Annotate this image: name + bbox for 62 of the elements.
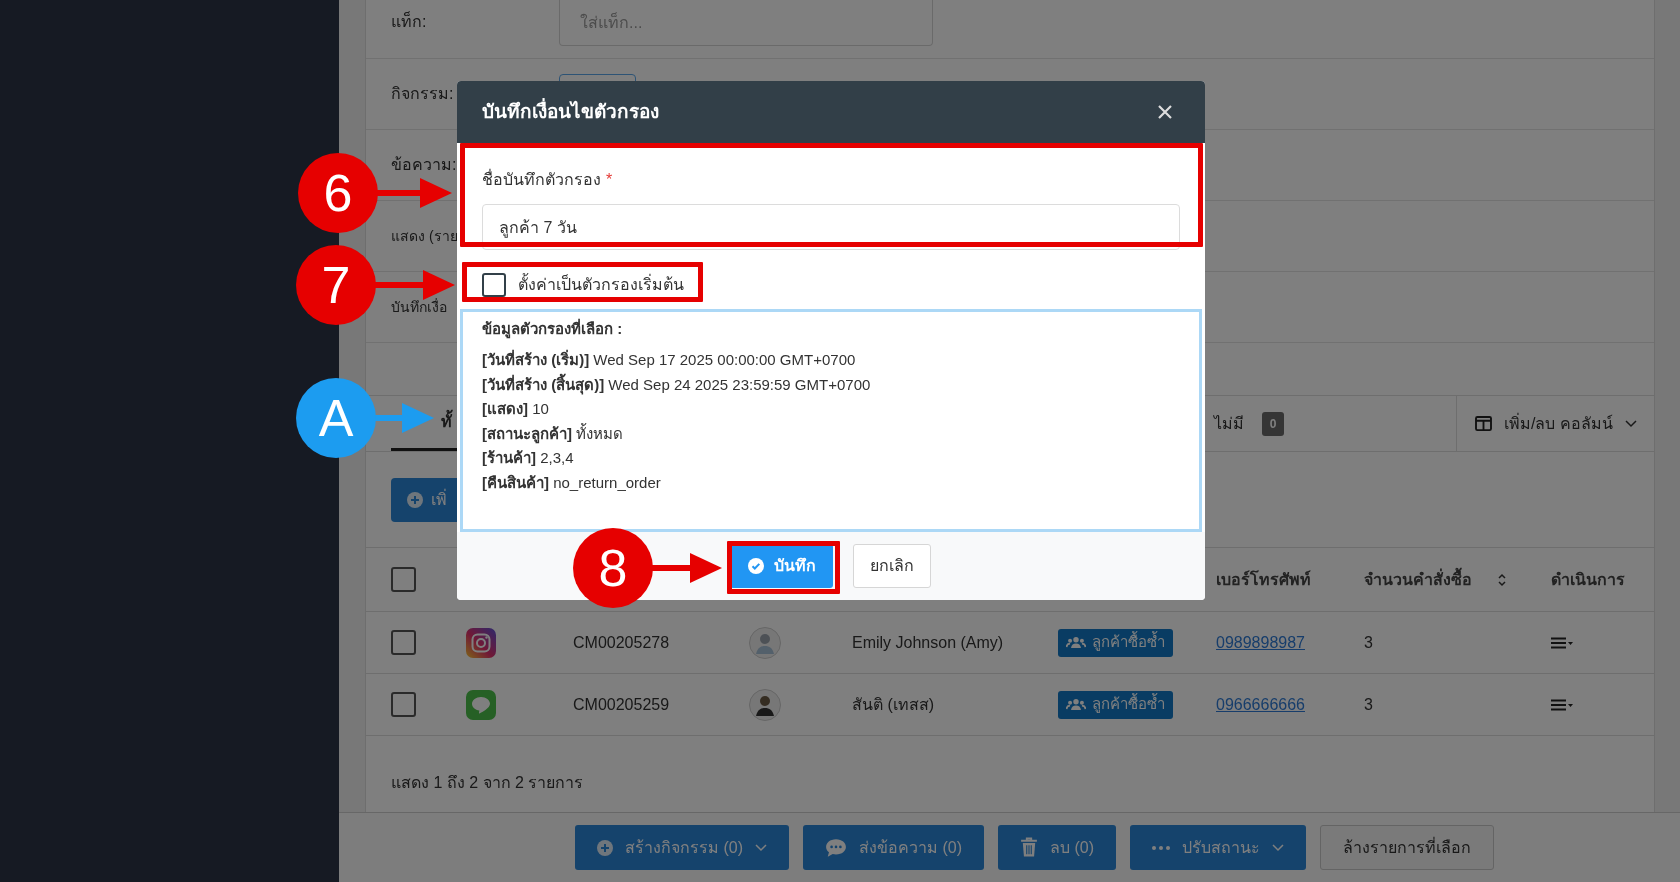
checkbox[interactable] bbox=[391, 692, 416, 717]
order-count: 3 bbox=[1364, 632, 1374, 653]
chevron-down-icon bbox=[1272, 843, 1284, 852]
more-icon bbox=[1152, 845, 1170, 850]
close-icon[interactable] bbox=[1158, 105, 1172, 119]
column-header: ดำเนินการ bbox=[1551, 569, 1625, 590]
customer-tag: ลูกค้าซื้อซ้ำ bbox=[1058, 690, 1173, 719]
camera-app-icon bbox=[466, 627, 496, 658]
customer-name: Emily Johnson (Amy) bbox=[852, 632, 1005, 653]
dialog-title: บันทึกเงื่อนไขตัวกรอง bbox=[482, 97, 659, 124]
bulk-action-button[interactable]: ล้างรายการที่เลือก bbox=[1320, 825, 1494, 870]
plus-circle-icon bbox=[597, 839, 613, 856]
users-icon bbox=[1066, 698, 1086, 711]
bulk-action-button[interactable]: ส่งข้อความ (0) bbox=[803, 825, 984, 870]
chevron-down-icon bbox=[755, 843, 767, 852]
checkbox[interactable] bbox=[391, 567, 416, 592]
field-label: แท็ก: bbox=[391, 10, 427, 32]
chat-app-icon bbox=[466, 689, 496, 720]
avatar bbox=[749, 626, 781, 659]
annotation-arrow bbox=[651, 553, 722, 583]
customer-id: CM00205259 bbox=[573, 694, 671, 715]
cancel-button[interactable]: ยกเลิก bbox=[853, 544, 931, 588]
filter-detail: [ร้านค้า] 2,3,4 bbox=[482, 448, 574, 468]
save-button[interactable]: บันทึก bbox=[730, 544, 833, 588]
sort-icon[interactable] bbox=[1498, 572, 1506, 587]
field-label: แสดง (ราย bbox=[391, 226, 458, 246]
users-icon bbox=[1066, 636, 1086, 649]
action-menu-icon[interactable] bbox=[1551, 698, 1573, 711]
field-label: ข้อความ: bbox=[391, 155, 457, 175]
customer-id: CM00205278 bbox=[573, 632, 671, 653]
field-label: ชื่อบันทึกตัวกรอง bbox=[482, 168, 601, 190]
bulk-action-button[interactable]: ปรับสถานะ bbox=[1130, 825, 1306, 870]
status-filter-label[interactable]: ไม่มี bbox=[1214, 411, 1244, 436]
trash-icon bbox=[1020, 837, 1038, 858]
field-label: กิจกรรม: bbox=[391, 84, 454, 104]
plus-circle-icon bbox=[407, 491, 423, 508]
count-badge: 0 bbox=[1262, 411, 1284, 436]
column-header: เบอร์โทรศัพท์ bbox=[1216, 569, 1311, 590]
action-menu-icon[interactable] bbox=[1551, 636, 1573, 649]
bulk-action-button[interactable]: สร้างกิจกรรม (0) bbox=[575, 825, 789, 870]
customer-name: สันติ (เทสส) bbox=[852, 694, 936, 715]
phone-link[interactable]: 0966666666 bbox=[1216, 692, 1305, 717]
filter-detail: [วันที่สร้าง (สิ้นสุด)] Wed Sep 24 2025 23:59:59 GMT+0700 bbox=[482, 373, 871, 397]
column-header: จำนวนคำสั่งซื้อ bbox=[1364, 567, 1472, 592]
customer-tag: ลูกค้าซื้อซ้ำ bbox=[1058, 628, 1173, 657]
pagination-summary: แสดง 1 ถึง 2 จาก 2 รายการ bbox=[391, 773, 584, 793]
field-label: บันทึกเงื่อ bbox=[391, 297, 447, 317]
order-count: 3 bbox=[1364, 694, 1374, 715]
checkbox[interactable] bbox=[391, 630, 416, 655]
required-mark: * bbox=[606, 170, 613, 190]
chat-bubble-icon bbox=[825, 837, 847, 858]
avatar bbox=[749, 688, 781, 721]
bulk-action-button[interactable]: ลบ (0) bbox=[998, 825, 1116, 870]
column-toggle-dropdown[interactable]: เพิ่ม/ลบ คอลัมน์ bbox=[1475, 411, 1637, 436]
info-heading: ข้อมูลตัวกรองที่เลือก : bbox=[482, 318, 624, 341]
annotation-arrow bbox=[374, 403, 434, 433]
check-circle-icon bbox=[747, 558, 764, 574]
filter-detail: [วันที่สร้าง (เริ่ม)] Wed Sep 17 2025 00:00:00 GMT+0700 bbox=[482, 349, 856, 370]
chevron-down-icon bbox=[1624, 419, 1637, 428]
phone-link[interactable]: 0989898987 bbox=[1216, 630, 1305, 655]
filter-detail: [คืนสินค้า] no_return_order bbox=[482, 472, 661, 493]
columns-icon bbox=[1475, 416, 1492, 431]
